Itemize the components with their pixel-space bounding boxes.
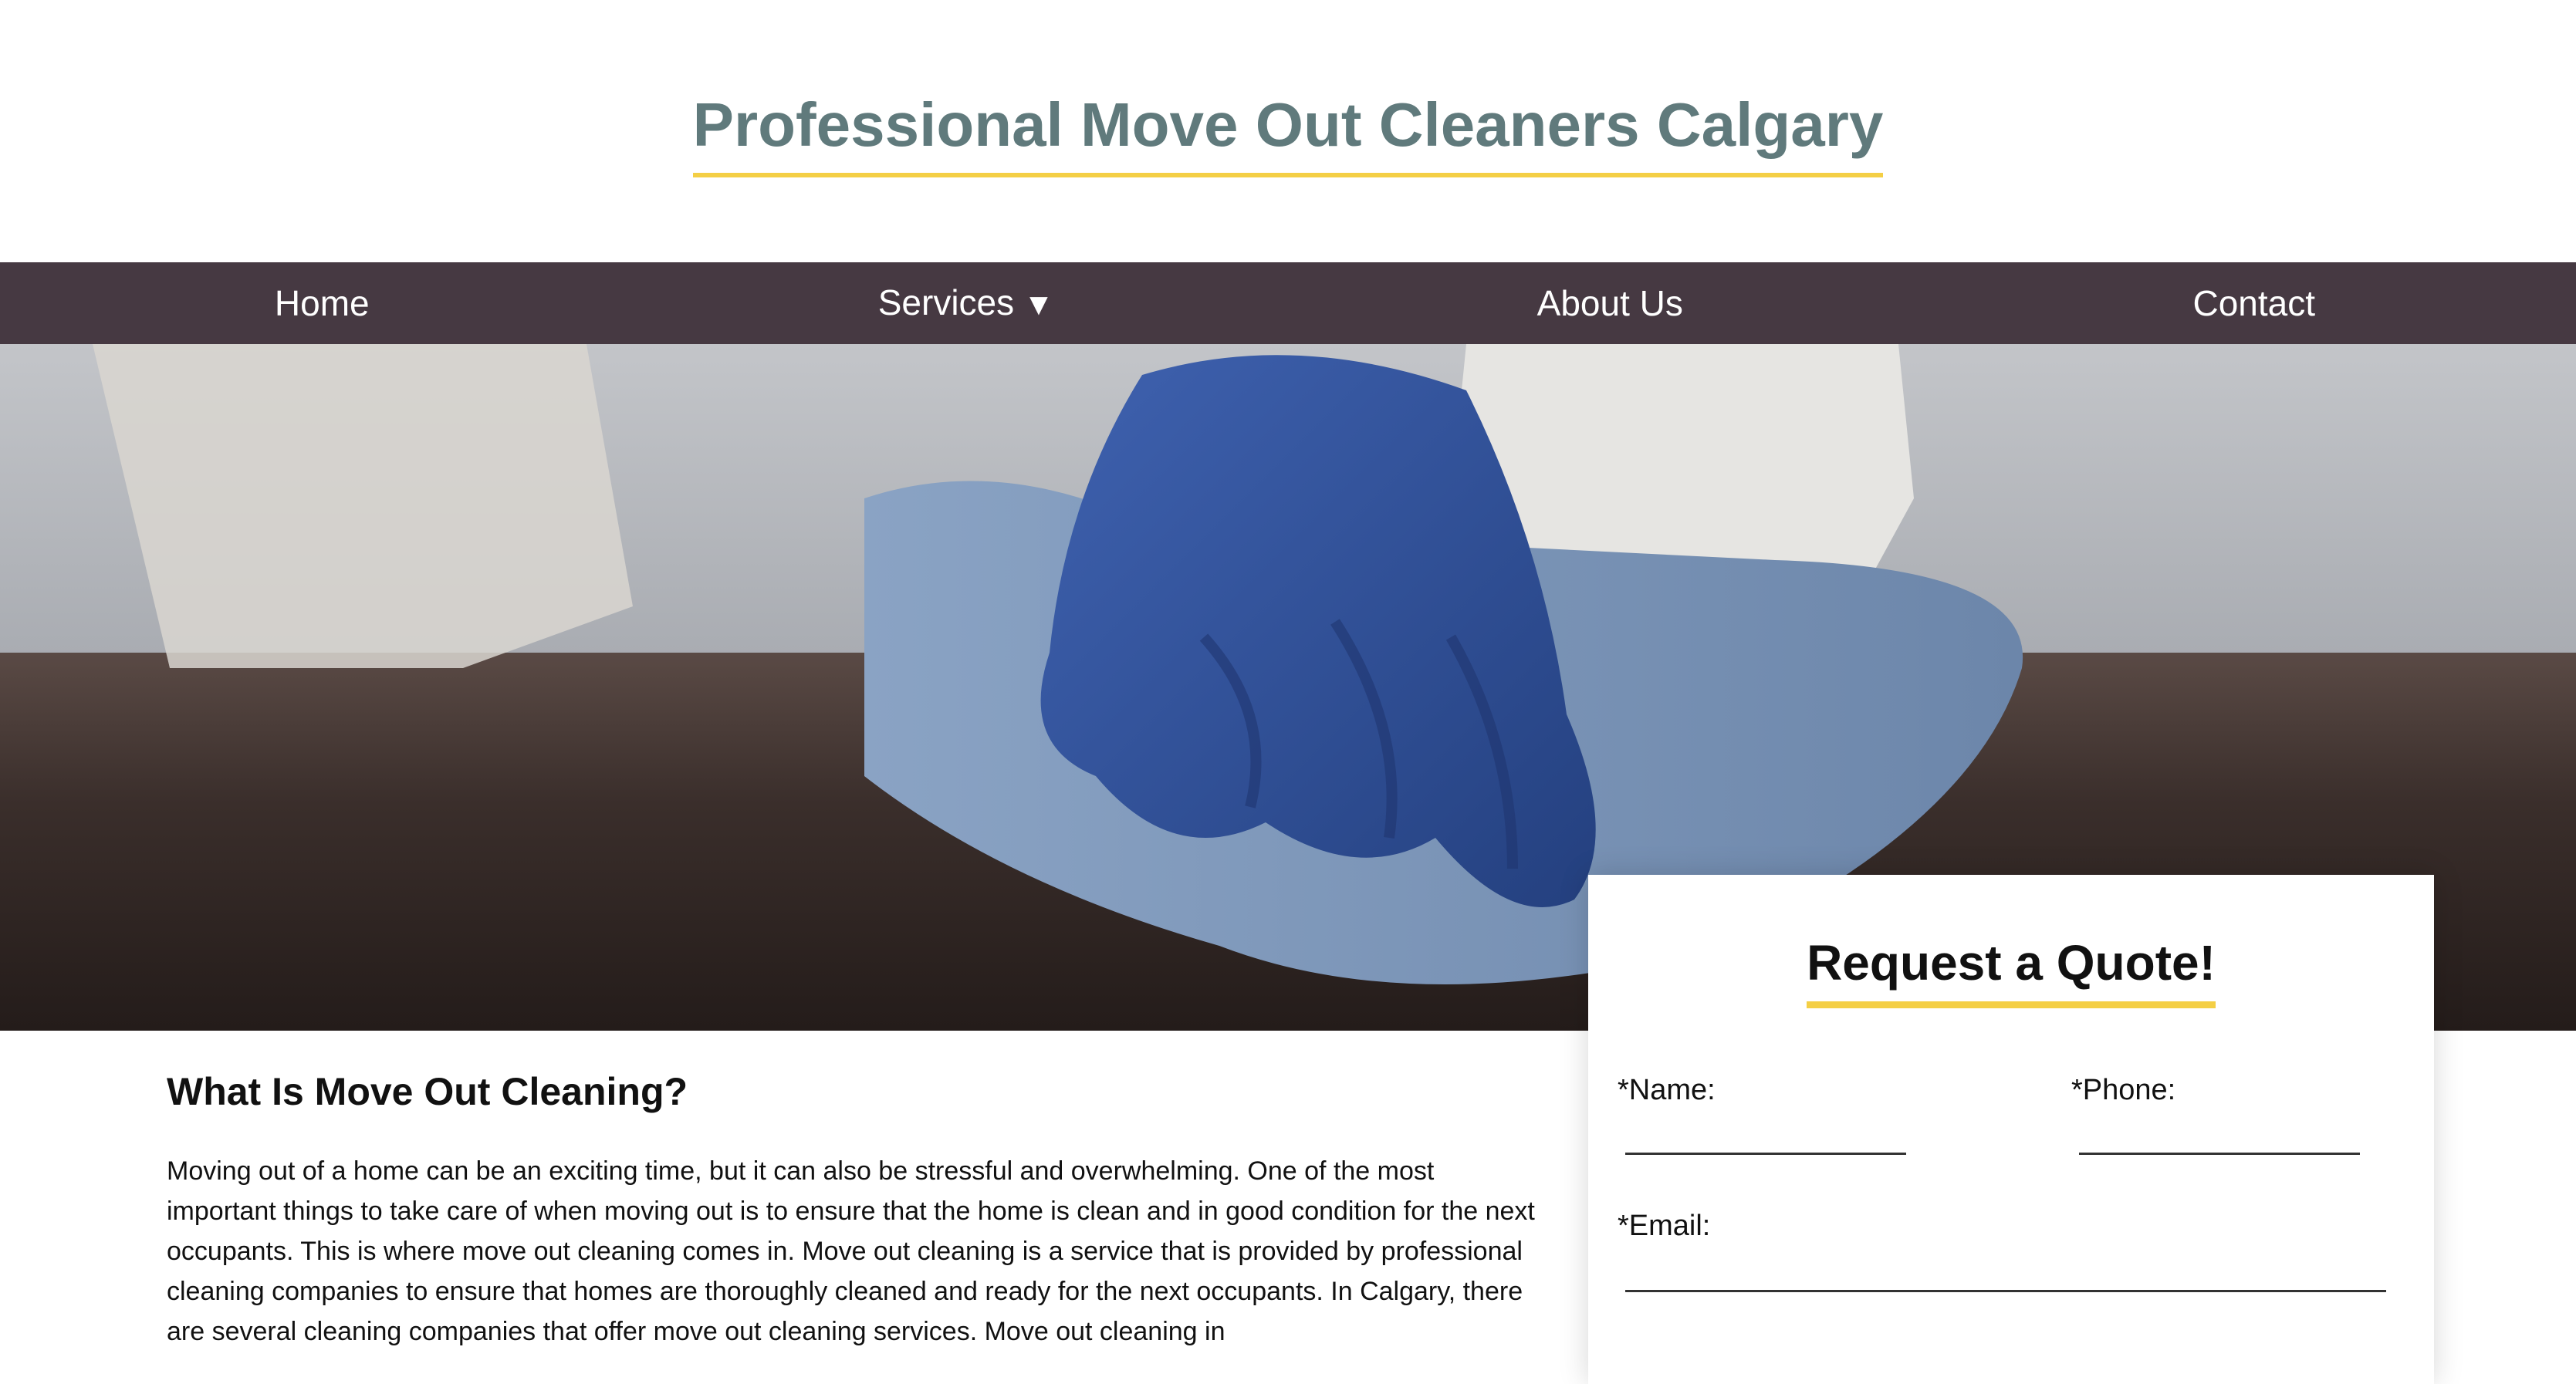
email-label: *Email: xyxy=(1618,1210,1710,1243)
quote-title: Request a Quote! xyxy=(1588,932,2434,1008)
name-label: *Name: xyxy=(1618,1074,1716,1107)
quote-form-card: Request a Quote! *Name: *Phone: *Email: xyxy=(1588,875,2434,1384)
site-title-text: Professional Move Out Cleaners Calgary xyxy=(693,86,1884,177)
name-input[interactable] xyxy=(1625,1120,1906,1155)
nav-about-label: About Us xyxy=(1537,283,1683,323)
main-nav: Home Services ▼ About Us Contact xyxy=(0,262,2576,344)
nav-home[interactable]: Home xyxy=(0,262,644,344)
phone-label: *Phone: xyxy=(2071,1074,2175,1107)
nav-about-us[interactable]: About Us xyxy=(1288,262,1932,344)
email-input[interactable] xyxy=(1625,1257,2386,1292)
section-paragraph: Moving out of a home can be an exciting … xyxy=(167,1151,1548,1352)
site-title: Professional Move Out Cleaners Calgary xyxy=(0,86,2576,177)
nav-contact[interactable]: Contact xyxy=(1932,262,2576,344)
nav-services-label: Services xyxy=(878,282,1014,322)
section-heading: What Is Move Out Cleaning? xyxy=(167,1065,1548,1119)
main-content: What Is Move Out Cleaning? Moving out of… xyxy=(167,1065,1548,1352)
caret-down-icon: ▼ xyxy=(1023,288,1054,322)
site-header: Professional Move Out Cleaners Calgary xyxy=(0,0,2576,262)
quote-title-text: Request a Quote! xyxy=(1807,932,2216,1008)
nav-contact-label: Contact xyxy=(2192,283,2315,323)
nav-home-label: Home xyxy=(275,283,370,323)
nav-services[interactable]: Services ▼ xyxy=(644,262,1289,346)
phone-input[interactable] xyxy=(2079,1120,2360,1155)
